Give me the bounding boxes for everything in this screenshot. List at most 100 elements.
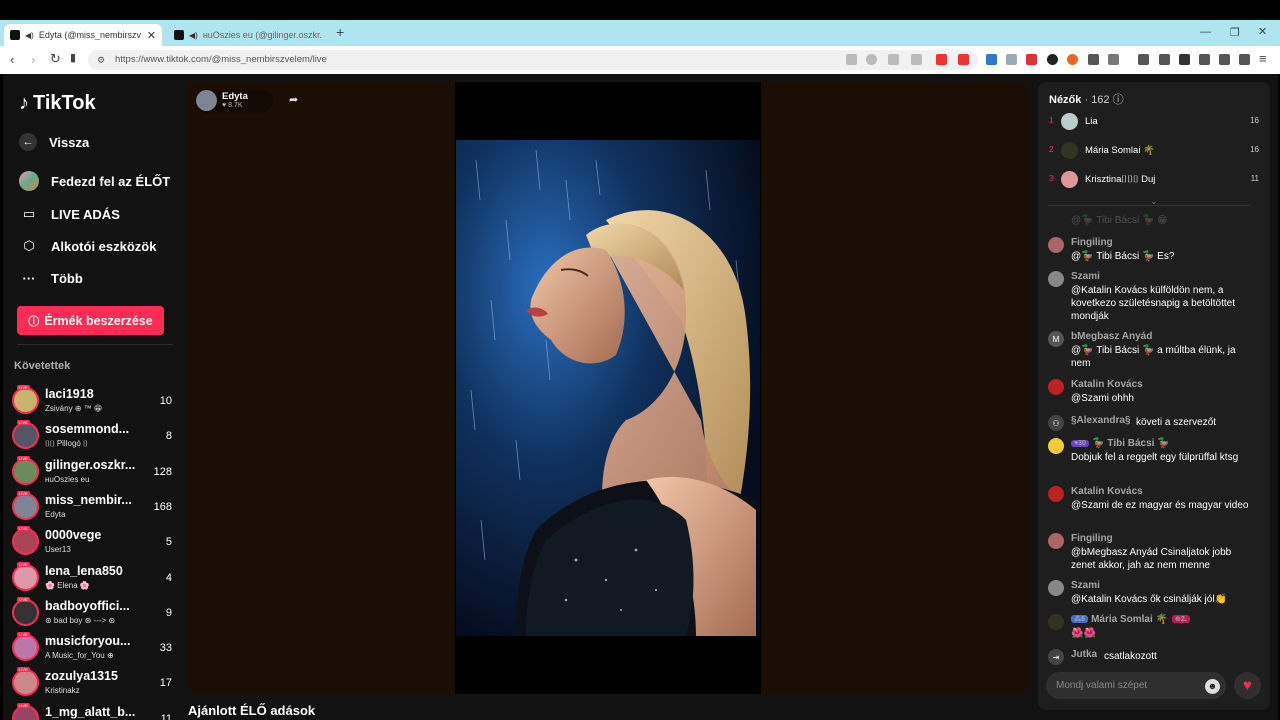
forward-icon[interactable]: › [31,52,35,67]
following-item[interactable]: LIVE musicforyou... A Music_for_You ⊕ 33 [12,632,172,667]
message-username-text: Szami [1071,271,1100,282]
live-badge: LIVE [17,632,30,638]
following-item[interactable]: LIVE sosemmond... ⌷⌷ Pillogó ⌷ 8 [12,420,172,455]
download-icon[interactable] [1138,54,1149,65]
message-avatar [1048,237,1064,253]
puzzle-icon[interactable] [1088,54,1099,65]
following-viewer-count: 17 [159,677,172,690]
window-icon[interactable] [1108,54,1119,65]
sparkle-icon[interactable] [1219,54,1230,65]
message-username: Fingiling [1071,533,1113,544]
minimize-icon[interactable]: — [1200,26,1211,38]
speaker-icon: ◀) [189,30,198,40]
tab-title: Edyta (@miss_nembirszvelem [38,30,141,40]
explore-live-nav[interactable]: Fedezd fel az ÉLŐT [19,171,170,191]
his-icon[interactable] [1026,54,1037,65]
message-username-text: §Alexandra§ [1071,415,1131,426]
shield-icon[interactable] [936,54,947,65]
extension-icon[interactable] [888,54,899,65]
viewer-avatar [1061,113,1078,130]
following-item[interactable]: LIVE lena_lena850 🌸 Elena 🌸 4 [12,561,172,597]
following-viewer-count: 11 [160,712,172,720]
share-icon[interactable] [911,54,922,65]
host-likes: ♥ 8.7K [222,102,243,109]
following-item[interactable]: LIVE zozulya1315 Kristinakz 17 [12,667,172,702]
following-avatar [12,422,39,450]
message-text: @Katalin Kovács ők csinálják jól👏 [1071,594,1228,605]
live-video[interactable] [456,140,760,636]
host-info[interactable]: Edyta ♥ 8.7K [195,89,273,113]
viewer-score: 11 [1250,174,1259,183]
close-window-icon[interactable]: ✕ [1258,25,1267,38]
back-icon[interactable]: ‹ [10,52,14,67]
following-item[interactable]: LIVE gilinger.oszkr... ʜuOszies eu 128 [12,455,172,491]
maximize-icon[interactable]: ❐ [1230,26,1240,39]
zoom-icon[interactable] [866,54,877,65]
menu-icon[interactable]: ≡ [1259,51,1267,66]
warning-icon[interactable] [958,54,969,65]
following-name: 0000vege [45,528,102,543]
following-subtitle: ʜuOszies eu [45,474,90,484]
live-broadcast-nav[interactable]: ▭ LIVE ADÁS [19,204,120,224]
bookmark-icon[interactable]: ▮ [70,51,76,64]
host-avatar[interactable] [196,90,217,111]
share-icon[interactable]: ➦ [289,93,298,106]
top-viewer-row[interactable]: 1 Lia 16 [1049,113,1259,131]
message-username-text: Szami [1071,580,1100,591]
top-viewer-row[interactable]: 2 Mária Somlai 🌴 16 [1049,142,1259,160]
close-tab-icon[interactable]: ✕ [147,29,156,42]
reload-icon[interactable]: ↻ [50,51,61,67]
creator-tools-nav[interactable]: ⬡ Alkotói eszközök [19,236,156,256]
video-camera-icon: ▭ [22,206,36,221]
new-tab-button[interactable]: + [336,24,344,40]
following-item[interactable]: LIVE laci1918 Zsivány ⊕ ™ 😁 10 [12,385,172,420]
tiktok-logo[interactable]: ♪ TikTok [19,92,96,115]
suggested-live-title: Ajánlott ÉLŐ adások [188,703,316,718]
tab-gilinger[interactable]: ◀) ʜuOszies eu (@gilinger.oszkr.jn) li [168,24,328,46]
message-username-text: Mária Somlai 🌴 [1091,614,1168,625]
reader-icon[interactable] [846,54,857,65]
get-coins-button[interactable]: ⓘ Érmék beszerzése [17,306,164,335]
message-username: Fingiling [1071,237,1113,248]
message-user-prefix: 🦆 [1091,438,1105,449]
logo-text: TikTok [33,92,96,114]
following-item[interactable]: LIVE badboyoffici... ⊛ bad boy ⊛ ---> ⊛ 9 [12,596,172,632]
following-item[interactable]: LIVE 1_mg_alatt_b... 11 [12,702,172,720]
top-viewer-row[interactable]: 3 Krisztina⌷⌷⌷ Duj 11 [1049,171,1259,189]
message-username: bMegbasz Anyád [1071,331,1152,342]
message-avatar [1048,271,1064,287]
address-bar[interactable]: ⚙ https://www.tiktok.com/@miss_nembirszv… [88,50,978,70]
tab-edyta[interactable]: ◀) Edyta (@miss_nembirszvelem ✕ [4,24,162,46]
vpn-icon[interactable] [1239,54,1250,65]
translate-icon[interactable] [986,54,997,65]
following-viewer-count: 168 [153,500,172,513]
emoji-icon[interactable]: ☻ [1205,679,1220,694]
viewers-header[interactable]: Nézők · 162 ⓘ [1049,91,1124,107]
following-item[interactable]: LIVE miss_nembir... Edyta 168 [12,490,172,526]
more-nav[interactable]: ··· Több [19,268,83,288]
following-name: badboyoffici... [45,598,130,613]
following-item[interactable]: LIVE 0000vege User13 5 [12,526,172,561]
message-text: csatlakozott [1104,651,1157,662]
wallet-icon[interactable] [1199,54,1210,65]
following-avatar [12,634,39,662]
sidebar-icon[interactable] [1179,54,1190,65]
following-name: musicforyou... [45,634,131,649]
live-badge: LIVE [17,561,30,567]
following-avatar [12,598,39,626]
color-icon[interactable] [1067,54,1078,65]
gift-heart-button[interactable]: ♥ [1234,672,1261,699]
music-icon[interactable] [1159,54,1170,65]
following-name: gilinger.oszkr... [45,457,136,472]
live-badge: LIVE [17,702,30,708]
sidebar-divider [17,344,173,345]
back-nav[interactable]: ← Vissza [19,133,89,151]
message-username: ♥30 🦆 Tibi Bácsi 🦆 [1071,438,1170,449]
site-info-icon[interactable]: ⚙ [97,50,105,70]
live-badge: LIVE [17,490,30,496]
chat-input[interactable]: Mondj valami szépet [1046,672,1226,699]
eye-icon[interactable] [1047,54,1058,65]
message-username-text: Katalin Kovács [1071,486,1143,497]
tools-icon[interactable] [1006,54,1017,65]
browser-toolbar: ‹ › ↻ ▮ ⚙ https://www.tiktok.com/@miss_n… [0,46,1280,74]
